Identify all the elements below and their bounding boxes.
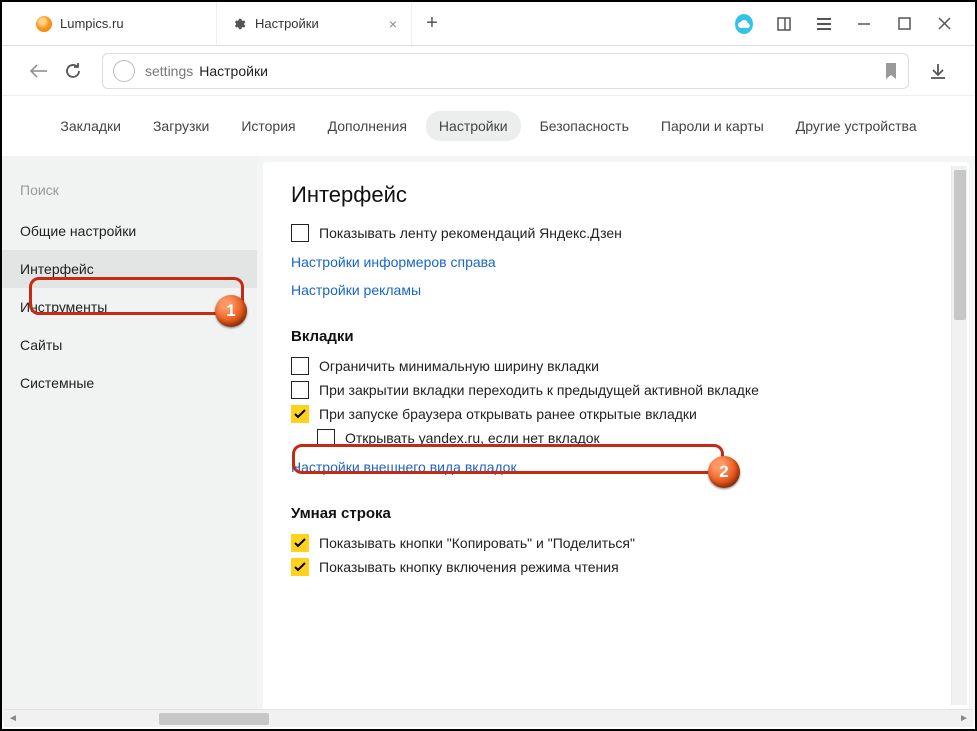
option-zen-feed[interactable]: Показывать ленту рекомендаций Яндекс.Дзе… (291, 224, 941, 242)
subnav-bookmarks[interactable]: Закладки (47, 111, 134, 141)
sidebar-item-system[interactable]: Системные (2, 364, 257, 402)
titlebar: Lumpics.ru Настройки × + (2, 2, 975, 46)
subnav-history[interactable]: История (228, 111, 308, 141)
link-tabs-appearance[interactable]: Настройки внешнего вида вкладок (291, 459, 517, 475)
close-button[interactable] (935, 15, 953, 33)
option-label: При запуске браузера открывать ранее отк… (319, 406, 697, 422)
option-label: Показывать ленту рекомендаций Яндекс.Дзе… (319, 225, 622, 241)
checkbox-checked[interactable] (291, 534, 309, 552)
annotation-badge-2: 2 (708, 456, 740, 488)
sidebar-item-sites[interactable]: Сайты (2, 326, 257, 364)
settings-content: Интерфейс Показывать ленту рекомендаций … (263, 162, 969, 721)
cloud-icon[interactable] (735, 15, 753, 33)
tab-label: Lumpics.ru (60, 16, 124, 31)
settings-subnav: Закладки Загрузки История Дополнения Нас… (2, 96, 975, 156)
tab-settings[interactable]: Настройки × (217, 2, 412, 45)
bookmark-icon[interactable] (884, 62, 898, 80)
panel-icon[interactable] (775, 15, 793, 33)
link-informers[interactable]: Настройки информеров справа (291, 254, 496, 270)
scroll-thumb[interactable] (954, 170, 966, 320)
downloads-button[interactable] (921, 54, 955, 88)
subnav-addons[interactable]: Дополнения (315, 111, 420, 141)
option-label: Показывать кнопку включения режима чтени… (319, 559, 619, 575)
sidebar: Поиск Общие настройки Интерфейс Инструме… (2, 156, 257, 721)
annotation-badge-1: 1 (215, 295, 247, 327)
nav-row: settings Настройки (2, 46, 975, 96)
new-tab-button[interactable]: + (412, 2, 452, 45)
option-copy-share[interactable]: Показывать кнопки "Копировать" и "Подели… (291, 534, 941, 552)
settings-body: Поиск Общие настройки Интерфейс Инструме… (2, 156, 975, 721)
scroll-right-icon[interactable]: ► (955, 713, 973, 724)
option-label: Показывать кнопки "Копировать" и "Подели… (319, 535, 635, 551)
vertical-scrollbar[interactable] (951, 166, 967, 705)
subnav-passwords[interactable]: Пароли и карты (648, 111, 777, 141)
option-label: При закрытии вкладки переходить к предыд… (319, 382, 759, 398)
option-open-yandex[interactable]: Открывать yandex.ru, если нет вкладок (317, 429, 941, 447)
heading-smartline: Умная строка (291, 505, 941, 522)
omnibox-prefix: settings (145, 63, 193, 79)
option-prev-active[interactable]: При закрытии вкладки переходить к предыд… (291, 381, 941, 399)
favicon-lumpics (36, 16, 52, 32)
checkbox[interactable] (291, 224, 309, 242)
subnav-settings[interactable]: Настройки (426, 111, 521, 141)
tab-lumpics[interactable]: Lumpics.ru (22, 2, 217, 45)
checkbox[interactable] (291, 381, 309, 399)
site-icon (113, 60, 135, 82)
horizontal-scrollbar[interactable]: ◄ ► (4, 709, 973, 727)
link-ads[interactable]: Настройки рекламы (291, 282, 421, 298)
checkbox-checked[interactable] (291, 405, 309, 423)
omnibox-title: Настройки (199, 63, 268, 79)
checkbox[interactable] (291, 357, 309, 375)
subnav-security[interactable]: Безопасность (527, 111, 642, 141)
tab-label: Настройки (255, 16, 319, 31)
scroll-left-icon[interactable]: ◄ (4, 713, 22, 724)
omnibox[interactable]: settings Настройки (102, 53, 909, 89)
sidebar-item-interface[interactable]: Интерфейс (2, 250, 257, 288)
heading-tabs: Вкладки (291, 328, 941, 345)
gear-icon (231, 16, 247, 32)
search-input[interactable]: Поиск (16, 172, 243, 208)
option-reader-mode[interactable]: Показывать кнопку включения режима чтени… (291, 558, 941, 576)
tab-strip: Lumpics.ru Настройки × + (2, 2, 713, 45)
reload-button[interactable] (56, 54, 90, 88)
menu-icon[interactable] (815, 15, 833, 33)
option-limit-width[interactable]: Ограничить минимальную ширину вкладки (291, 357, 941, 375)
option-restore-tabs[interactable]: При запуске браузера открывать ранее отк… (291, 405, 941, 423)
close-icon[interactable]: × (389, 16, 397, 32)
scroll-thumb[interactable] (159, 713, 269, 725)
option-label: Ограничить минимальную ширину вкладки (319, 358, 599, 374)
back-button[interactable] (22, 54, 56, 88)
option-label: Открывать yandex.ru, если нет вкладок (345, 430, 600, 446)
subnav-downloads[interactable]: Загрузки (140, 111, 222, 141)
checkbox[interactable] (317, 429, 335, 447)
subnav-devices[interactable]: Другие устройства (783, 111, 930, 141)
heading-interface: Интерфейс (291, 182, 941, 208)
maximize-button[interactable] (895, 15, 913, 33)
minimize-button[interactable] (855, 15, 873, 33)
sidebar-item-general[interactable]: Общие настройки (2, 212, 257, 250)
checkbox-checked[interactable] (291, 558, 309, 576)
window-controls (713, 2, 975, 45)
